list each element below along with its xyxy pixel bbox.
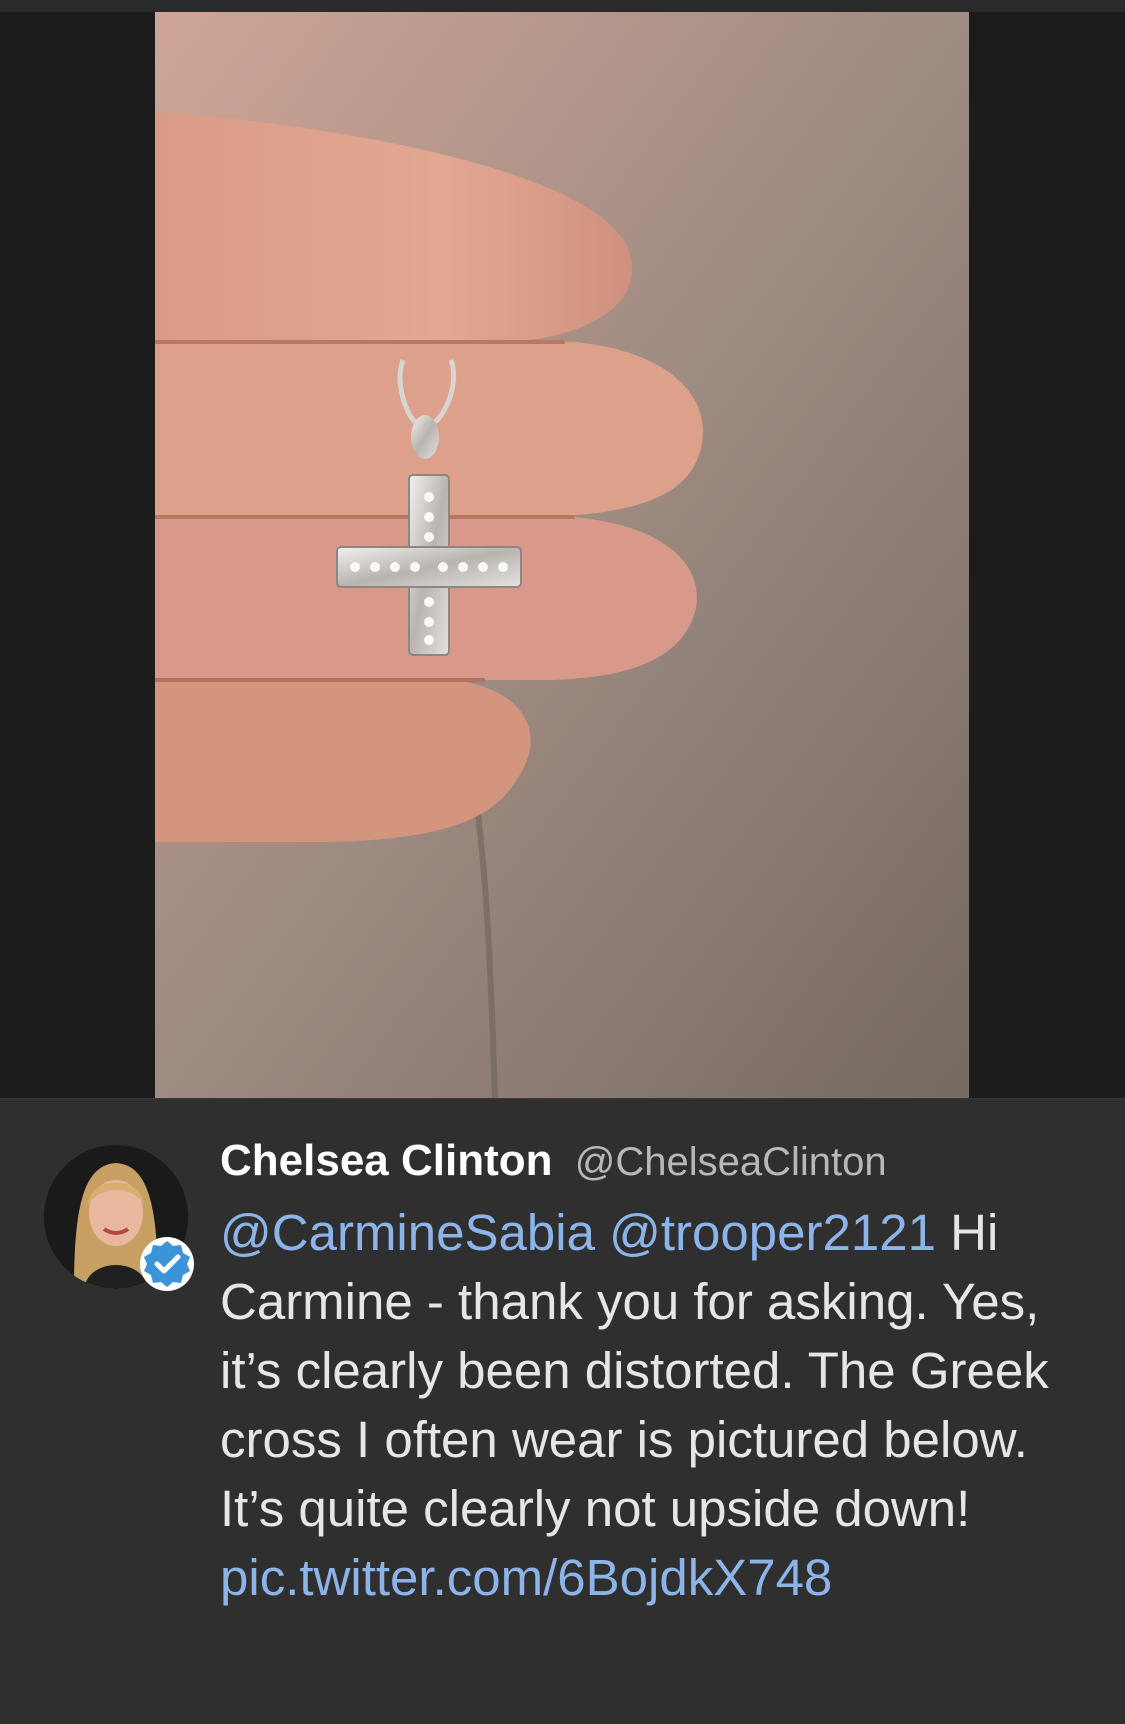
photo-hand-cross-illustration bbox=[155, 12, 969, 1098]
mention-link[interactable]: @trooper2121 bbox=[609, 1204, 936, 1261]
verified-badge-icon bbox=[138, 1235, 196, 1293]
author-name[interactable]: Chelsea Clinton bbox=[220, 1136, 553, 1185]
tweet-body: Chelsea Clinton @ChelseaClinton @Carmine… bbox=[220, 1129, 1100, 1612]
status-strip bbox=[0, 0, 1125, 12]
mention-link[interactable]: @CarmineSabia bbox=[220, 1204, 595, 1261]
media-link[interactable]: pic.twitter.com/6BojdkX748 bbox=[220, 1549, 832, 1606]
tweet-detail-screen: Chelsea Clinton @ChelseaClinton @Carmine… bbox=[0, 0, 1125, 1724]
media-viewer bbox=[0, 12, 1125, 1098]
author-handle[interactable]: @ChelseaClinton bbox=[575, 1140, 887, 1184]
tweet-header: Chelsea Clinton @ChelseaClinton bbox=[220, 1129, 1100, 1194]
author-avatar[interactable] bbox=[44, 1145, 194, 1291]
tweet-photo[interactable] bbox=[155, 12, 969, 1098]
tweet-card: Chelsea Clinton @ChelseaClinton @Carmine… bbox=[0, 1098, 1125, 1724]
tweet-text: @CarmineSabia @trooper2121 Hi Carmine - … bbox=[220, 1198, 1100, 1612]
